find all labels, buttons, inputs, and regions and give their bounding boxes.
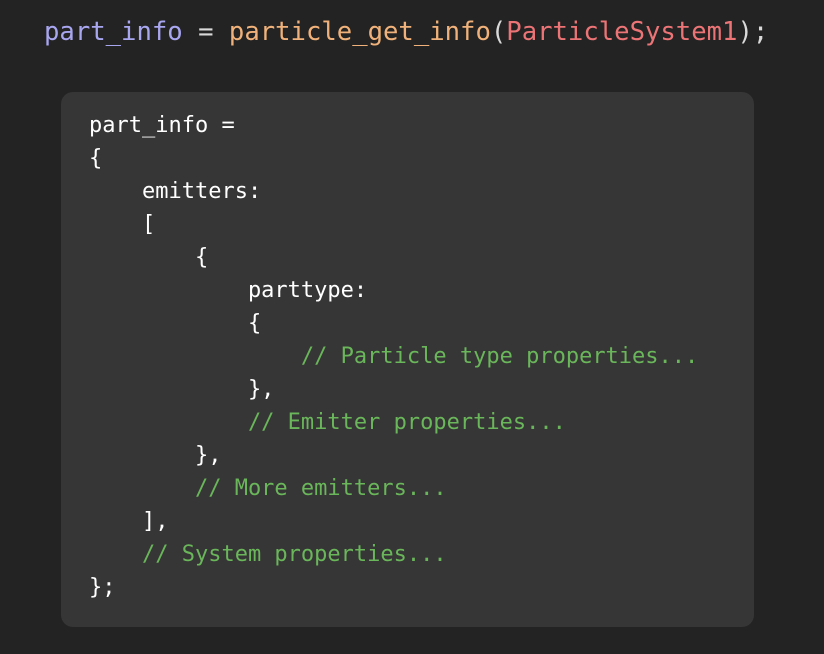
code-line-1: part_info =: [89, 113, 235, 138]
open-paren: (: [490, 17, 507, 47]
code-comment-more-emitters: // More emitters...: [89, 476, 447, 501]
code-line-4: [: [89, 212, 156, 237]
code-line-11: },: [89, 443, 222, 468]
function-argument: ParticleSystem1: [506, 17, 738, 47]
close-paren-semicolon: );: [737, 17, 769, 47]
code-line-7: {: [89, 311, 262, 336]
variable-name: part_info: [44, 17, 183, 47]
code-line-2: {: [89, 146, 103, 171]
code-line-9: },: [89, 377, 275, 402]
code-line-6: parttype:: [89, 278, 368, 303]
code-comment-emitter: // Emitter properties...: [89, 410, 566, 435]
code-line-3: emitters:: [89, 179, 262, 204]
code-line-13: ],: [89, 509, 169, 534]
assignment-operator: =: [182, 17, 229, 47]
code-line-5: {: [89, 245, 209, 270]
function-call-line: part_info = particle_get_info(ParticleSy…: [44, 14, 768, 50]
code-comment-particle-type: // Particle type properties...: [89, 344, 699, 369]
function-name: particle_get_info: [228, 17, 491, 47]
code-comment-system: // System properties...: [89, 542, 447, 567]
code-line-15: };: [89, 575, 116, 600]
code-block-panel: part_info = { emitters: [ { parttype: { …: [61, 92, 754, 627]
